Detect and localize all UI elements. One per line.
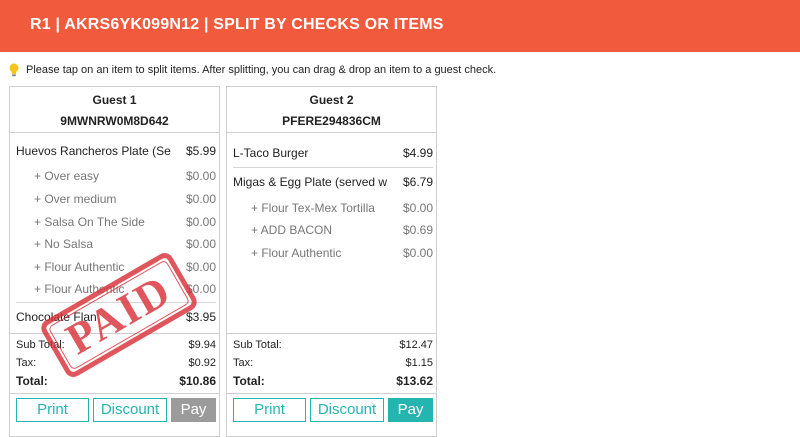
divider <box>227 393 436 394</box>
list-item[interactable]: Huevos Rancheros Plate (Se $5.99 <box>16 142 216 160</box>
page-title: R1 | AKRS6YK099N12 | SPLIT BY CHECKS OR … <box>30 16 444 33</box>
item-price: $0.00 <box>402 201 433 215</box>
total-value: $13.62 <box>396 374 433 388</box>
subtotal-row: Sub Total: $9.94 <box>16 337 216 353</box>
item-name: + ADD BACON <box>251 223 333 237</box>
total-row: Total: $13.62 <box>233 372 433 388</box>
split-hint: Please tap on an item to split items. Af… <box>8 62 496 78</box>
tax-label: Tax: <box>16 357 37 369</box>
divider <box>227 333 436 334</box>
divider <box>16 302 216 303</box>
list-item[interactable]: + Flour Authentic $0.00 <box>233 244 433 262</box>
tax-row: Tax: $1.15 <box>233 355 433 371</box>
pay-button[interactable]: Pay <box>171 398 216 422</box>
item-price: $0.00 <box>185 215 216 229</box>
item-name: + Flour Authentic <box>34 260 125 274</box>
divider <box>10 132 219 133</box>
item-price: $4.99 <box>402 146 433 160</box>
tax-row: Tax: $0.92 <box>16 355 216 371</box>
item-name: Huevos Rancheros Plate (Se <box>16 144 171 158</box>
item-price: $0.00 <box>185 282 216 296</box>
subtotal-row: Sub Total: $12.47 <box>233 337 433 353</box>
list-item[interactable]: + Over medium $0.00 <box>16 190 216 208</box>
list-item[interactable]: + ADD BACON $0.69 <box>233 221 433 239</box>
divider <box>233 167 433 168</box>
item-price: $0.00 <box>185 237 216 251</box>
total-value: $10.86 <box>179 374 216 388</box>
guest-check-2[interactable]: Guest 2 PFERE294836CM L-Taco Burger $4.9… <box>226 86 437 437</box>
check-code: PFERE294836CM <box>282 114 381 128</box>
tax-value: $0.92 <box>188 357 216 369</box>
divider <box>10 333 219 334</box>
item-price: $3.95 <box>185 310 216 324</box>
guest-name: Guest 1 <box>92 93 137 107</box>
divider <box>10 393 219 394</box>
item-price: $5.99 <box>185 144 216 158</box>
item-name: + Over easy <box>34 169 100 183</box>
item-name: Migas & Egg Plate (served w <box>233 175 388 189</box>
subtotal-value: $12.47 <box>399 339 433 351</box>
item-name: + Flour Authentic <box>251 246 342 260</box>
total-row: Total: $10.86 <box>16 372 216 388</box>
item-name: + Flour Authentic <box>34 282 125 296</box>
list-item[interactable]: L-Taco Burger $4.99 <box>233 144 433 162</box>
top-bar: R1 | AKRS6YK099N12 | SPLIT BY CHECKS OR … <box>0 0 800 52</box>
lightbulb-icon <box>9 63 19 77</box>
item-price: $0.69 <box>402 223 433 237</box>
item-name: + Salsa On The Side <box>34 215 145 229</box>
item-name: + Over medium <box>34 192 117 206</box>
tax-value: $1.15 <box>405 357 433 369</box>
print-button[interactable]: Print <box>16 398 89 422</box>
item-price: $0.00 <box>185 260 216 274</box>
discount-button[interactable]: Discount <box>310 398 384 422</box>
item-name: Chocolate Flan <box>16 310 97 324</box>
item-name: + No Salsa <box>34 237 94 251</box>
guest-name: Guest 2 <box>309 93 354 107</box>
item-price: $0.00 <box>185 192 216 206</box>
pay-button[interactable]: Pay <box>388 398 433 422</box>
list-item[interactable]: + Flour Authentic $0.00 <box>16 258 216 276</box>
discount-button[interactable]: Discount <box>93 398 167 422</box>
total-label: Total: <box>16 374 48 388</box>
item-price: $0.00 <box>185 169 216 183</box>
hint-text: Please tap on an item to split items. Af… <box>26 64 497 76</box>
subtotal-value: $9.94 <box>188 339 216 351</box>
divider <box>227 132 436 133</box>
item-price: $0.00 <box>402 246 433 260</box>
subtotal-label: Sub Total: <box>16 339 65 351</box>
list-item[interactable]: + Flour Authentic $0.00 <box>16 280 216 298</box>
guest-check-1[interactable]: Guest 1 9MWNRW0M8D642 Huevos Rancheros P… <box>9 86 220 437</box>
subtotal-label: Sub Total: <box>233 339 282 351</box>
print-button[interactable]: Print <box>233 398 306 422</box>
list-item[interactable]: + Over easy $0.00 <box>16 167 216 185</box>
list-item[interactable]: + Salsa On The Side $0.00 <box>16 213 216 231</box>
total-label: Total: <box>233 374 265 388</box>
tax-label: Tax: <box>233 357 254 369</box>
list-item[interactable]: Migas & Egg Plate (served w $6.79 <box>233 173 433 191</box>
list-item[interactable]: Chocolate Flan $3.95 <box>16 308 216 326</box>
item-name: + Flour Tex-Mex Tortilla <box>251 201 375 215</box>
list-item[interactable]: + No Salsa $0.00 <box>16 235 216 253</box>
item-name: L-Taco Burger <box>233 146 309 160</box>
item-price: $6.79 <box>402 175 433 189</box>
list-item[interactable]: + Flour Tex-Mex Tortilla $0.00 <box>233 199 433 217</box>
check-code: 9MWNRW0M8D642 <box>60 114 169 128</box>
